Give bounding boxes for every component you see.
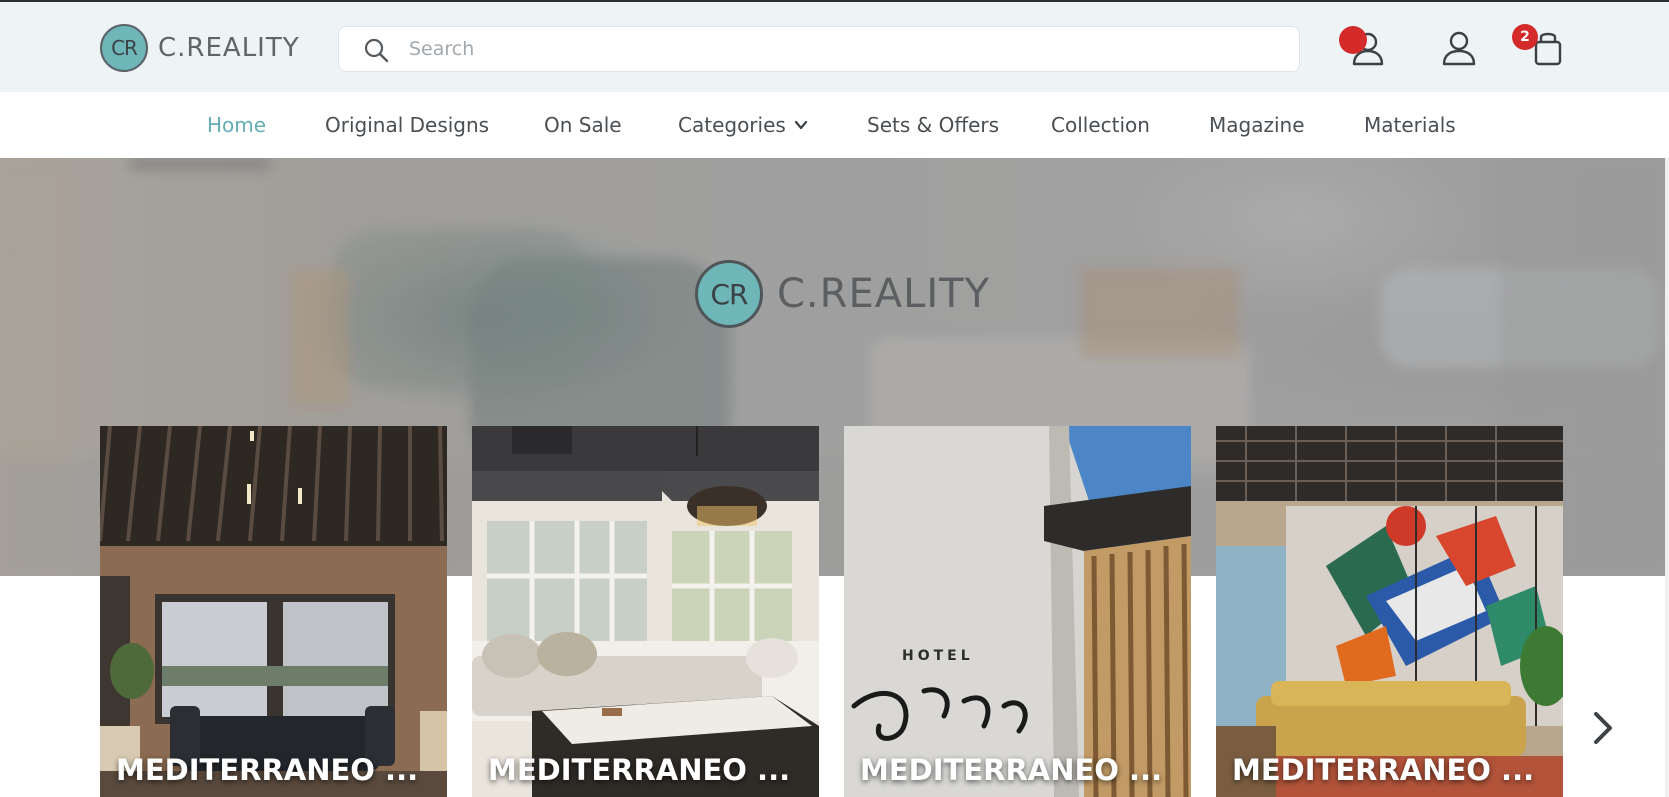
nav-item-original-designs[interactable]: Original Designs: [325, 92, 489, 158]
nav-item-collection[interactable]: Collection: [1051, 92, 1150, 158]
nav-item-magazine[interactable]: Magazine: [1209, 92, 1305, 158]
site-header: CR C.REALITY 2: [0, 2, 1669, 92]
nav-item-categories-label: Categories: [678, 113, 786, 137]
notification-dot: [1339, 26, 1367, 54]
search-input[interactable]: [409, 27, 1279, 71]
project-card-image: [100, 426, 447, 797]
project-card-image: HOTEL: [844, 426, 1191, 797]
notifications-button[interactable]: [1339, 24, 1390, 72]
chevron-down-icon: [794, 120, 807, 130]
chevron-right-icon[interactable]: [1588, 706, 1618, 750]
site-logo[interactable]: CR C.REALITY: [100, 24, 300, 72]
logo-mark: CR: [100, 24, 148, 72]
project-card[interactable]: HOTEL MEDITERRANEO ...: [844, 426, 1191, 797]
nav-item-on-sale[interactable]: On Sale: [544, 92, 622, 158]
cart-count-badge: 2: [1512, 24, 1538, 50]
svg-text:HOTEL: HOTEL: [902, 648, 974, 664]
user-icon: [1442, 31, 1476, 66]
hero-logo-text: C.REALITY: [777, 271, 991, 317]
hero-logo: CR C.REALITY: [695, 260, 990, 328]
account-button[interactable]: [1435, 24, 1483, 72]
nav-item-sets-offers[interactable]: Sets & Offers: [867, 92, 999, 158]
scrollbar[interactable]: [1665, 158, 1669, 797]
nav-item-categories[interactable]: Categories: [678, 92, 808, 158]
project-card-title: MEDITERRANEO ...: [1232, 753, 1535, 787]
nav-item-home[interactable]: Home: [207, 92, 266, 158]
hero-logo-mark: CR: [695, 260, 763, 328]
project-card-title: MEDITERRANEO ...: [116, 753, 419, 787]
project-card[interactable]: MEDITERRANEO ...: [472, 426, 819, 797]
project-card-image: [1216, 426, 1563, 797]
project-card[interactable]: MEDITERRANEO ...: [1216, 426, 1563, 797]
project-card-image: [472, 426, 819, 797]
main-nav: Home Original Designs On Sale Categories…: [0, 92, 1669, 158]
project-card[interactable]: MEDITERRANEO ...: [100, 426, 447, 797]
search-bar[interactable]: [338, 26, 1300, 72]
nav-item-materials[interactable]: Materials: [1364, 92, 1456, 158]
project-card-title: MEDITERRANEO ...: [488, 753, 791, 787]
project-card-title: MEDITERRANEO ...: [860, 753, 1163, 787]
cart-button[interactable]: 2: [1512, 24, 1570, 72]
search-icon[interactable]: [363, 37, 389, 63]
logo-text: C.REALITY: [158, 33, 300, 63]
